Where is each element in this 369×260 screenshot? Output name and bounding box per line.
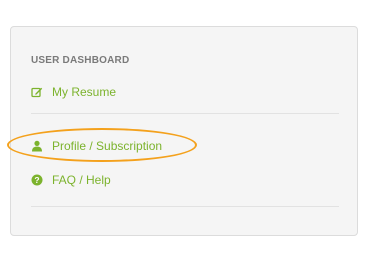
nav-item-faq-help[interactable]: ? FAQ / Help: [31, 171, 111, 189]
highlight-ring: [7, 128, 197, 162]
question-circle-icon: ?: [31, 174, 43, 186]
nav-item-my-resume[interactable]: My Resume: [31, 83, 116, 101]
divider: [31, 206, 339, 207]
nav-item-label: FAQ / Help: [52, 173, 111, 187]
nav-item-label: My Resume: [52, 85, 117, 99]
dashboard-heading: USER DASHBOARD: [31, 55, 130, 66]
divider: [31, 113, 339, 114]
svg-text:?: ?: [34, 175, 39, 185]
edit-icon: [31, 86, 43, 98]
